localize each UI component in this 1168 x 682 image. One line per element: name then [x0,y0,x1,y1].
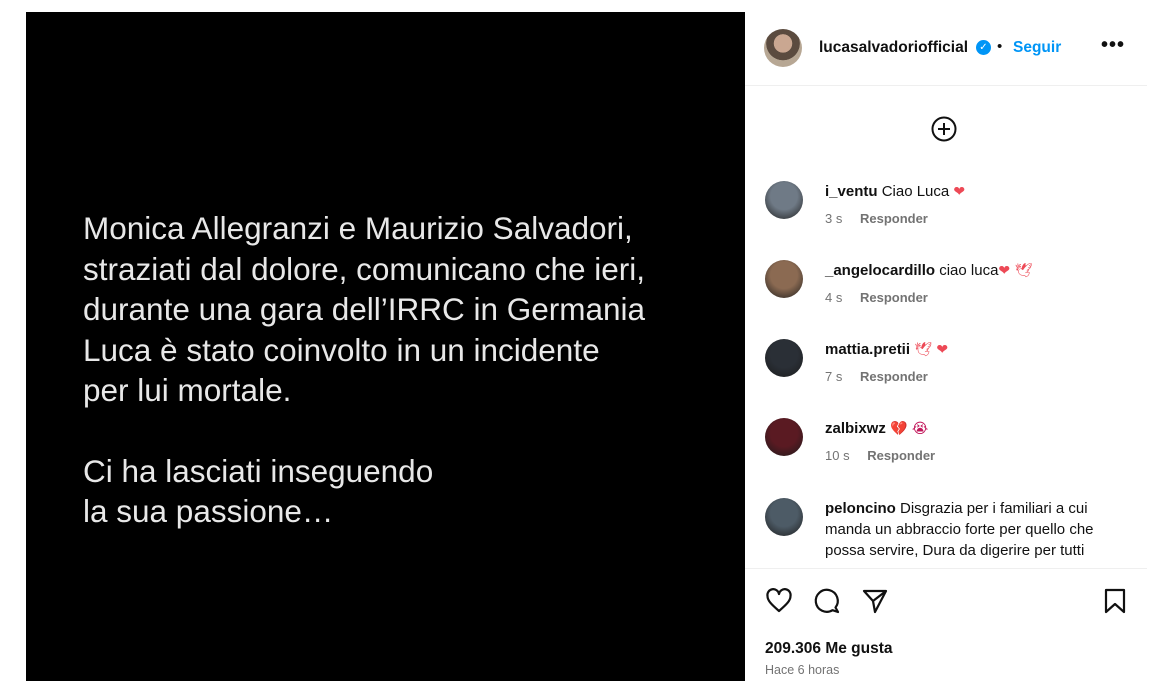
comment-username[interactable]: mattia.pretii [825,341,910,358]
heart-icon[interactable] [765,587,793,615]
bookmark-icon[interactable] [1101,587,1129,615]
comment-meta: 7 s Responder [825,369,928,384]
comment-emoji: ❤ [953,184,966,200]
comment-time: 7 s [825,369,843,384]
media-line: straziati dal dolore, comunicano che ier… [83,250,646,287]
comment-message: Ciao Luca [881,183,954,200]
likes-count[interactable]: 209.306 Me gusta [765,640,893,658]
verified-badge-icon: ✓ [976,40,991,55]
comment-icon[interactable] [813,587,841,615]
media-text: Monica Allegranzi e Maurizio Salvadori, … [83,208,723,532]
media-line: Monica Allegranzi e Maurizio Salvadori, [83,210,633,246]
reply-button[interactable]: Responder [860,369,928,384]
comment-text: mattia.pretii 🕊 ❤ [825,339,1125,361]
avatar[interactable] [765,418,803,456]
share-icon[interactable] [861,587,889,615]
comment-username[interactable]: zalbixwz [825,420,886,437]
avatar[interactable] [765,339,803,377]
reply-button[interactable]: Responder [860,211,928,226]
comment-emoji: 💔 😭 [890,421,929,437]
action-bar: 209.306 Me gusta Hace 6 horas [745,568,1147,682]
post-sidebar: lucasalvadoriofficial ✓ • Seguir ••• i_v… [745,12,1147,681]
post-header: lucasalvadoriofficial ✓ • Seguir ••• [745,12,1147,86]
more-options-icon[interactable]: ••• [1101,34,1125,57]
post-media[interactable]: Monica Allegranzi e Maurizio Salvadori, … [26,12,745,681]
comment-emoji: 🕊 ❤ [914,342,949,358]
comment-text: i_ventu Ciao Luca ❤ [825,181,1125,203]
add-circle-icon[interactable] [931,116,957,142]
comment-message: ciao luca [939,262,999,279]
avatar[interactable] [765,498,803,536]
reply-button[interactable]: Responder [860,290,928,305]
comments-list[interactable]: i_ventu Ciao Luca ❤ 3 s Responder _angel… [745,172,1147,568]
media-line: per lui mortale. [83,372,292,408]
post-timestamp[interactable]: Hace 6 horas [765,663,839,677]
comment-text: _angelocardillo ciao luca❤ 🕊 [825,260,1125,282]
avatar[interactable] [765,181,803,219]
comment-username[interactable]: peloncino [825,500,896,517]
comment-username[interactable]: _angelocardillo [825,262,935,279]
avatar[interactable] [764,29,802,67]
media-line: la sua passione… [83,493,334,529]
media-line: durante una gara dell’IRRC in Germania [83,291,646,327]
comment-time: 4 s [825,290,843,305]
avatar[interactable] [765,260,803,298]
comment-time: 10 s [825,448,850,463]
separator-dot: • [997,38,1003,55]
comment-meta: 4 s Responder [825,290,928,305]
follow-button[interactable]: Seguir [1013,39,1061,57]
reply-button[interactable]: Responder [867,448,935,463]
media-line: Ci ha lasciati inseguendo [83,452,434,489]
comment-meta: 3 s Responder [825,211,928,226]
comment-emoji: ❤ 🕊 [998,263,1033,279]
comment-meta: 10 s Responder [825,448,935,463]
comment-text: zalbixwz 💔 😭 [825,418,1125,440]
comment-username[interactable]: i_ventu [825,183,878,200]
media-line: Luca è stato coinvolto in un incidente [83,331,600,368]
comment-text: peloncino Disgrazia per i familiari a cu… [825,498,1125,561]
comment-time: 3 s [825,211,843,226]
username-link[interactable]: lucasalvadoriofficial [819,39,968,57]
